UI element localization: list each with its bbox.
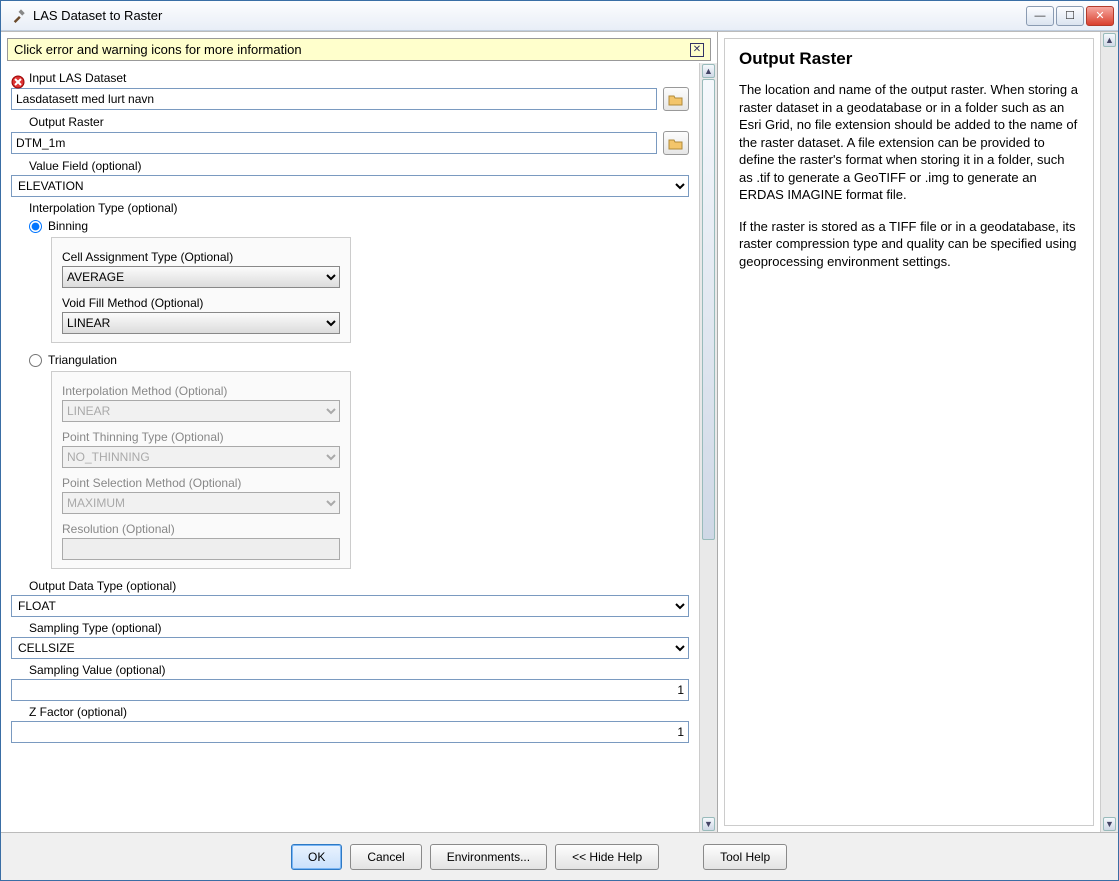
output-raster-label: Output Raster [29,115,689,129]
window-title: LAS Dataset to Raster [33,8,1026,23]
input-las-field[interactable] [11,88,657,110]
resolution-label: Resolution (Optional) [62,522,340,536]
sampling-value-field[interactable] [11,679,689,701]
ok-button[interactable]: OK [291,844,342,870]
sampling-value-label: Sampling Value (optional) [29,663,689,677]
sampling-value-row: Sampling Value (optional) [11,663,689,701]
notice-close-icon[interactable]: ✕ [690,43,704,57]
void-fill-label: Void Fill Method (Optional) [62,296,340,310]
form-wrap: Input LAS Dataset Output Raster [1,63,717,832]
folder-open-icon [668,92,684,106]
interp-method-label: Interpolation Method (Optional) [62,384,340,398]
scroll-up-icon[interactable]: ▲ [1103,33,1116,47]
triangulation-radio-row: Triangulation [29,353,689,367]
triangulation-box: Interpolation Method (Optional) LINEAR P… [51,371,351,569]
point-sel-select: MAXIMUM [62,492,340,514]
cell-assign-label: Cell Assignment Type (Optional) [62,250,340,264]
help-paragraph-1: The location and name of the output rast… [739,81,1079,204]
binning-box: Cell Assignment Type (Optional) AVERAGE … [51,237,351,343]
point-thin-select: NO_THINNING [62,446,340,468]
output-raster-field[interactable] [11,132,657,154]
error-icon[interactable] [11,75,25,89]
interp-type-label: Interpolation Type (optional) [29,201,689,215]
window-buttons: — ☐ ✕ [1026,6,1114,26]
tool-help-button[interactable]: Tool Help [703,844,787,870]
scroll-down-icon[interactable]: ▼ [1103,817,1116,831]
form-scroll: Input LAS Dataset Output Raster [1,63,699,832]
interp-type-row: Interpolation Type (optional) [11,201,689,215]
minimize-button[interactable]: — [1026,6,1054,26]
cancel-button[interactable]: Cancel [350,844,421,870]
notice-text: Click error and warning icons for more i… [14,42,690,57]
button-bar: OK Cancel Environments... << Hide Help T… [1,832,1118,880]
value-field-select[interactable]: ELEVATION [11,175,689,197]
value-field-row: Value Field (optional) ELEVATION [11,159,689,197]
scroll-up-icon[interactable]: ▲ [702,64,715,78]
content: Click error and warning icons for more i… [1,31,1118,832]
out-data-type-label: Output Data Type (optional) [29,579,689,593]
notice-bar: Click error and warning icons for more i… [7,38,711,61]
form-pane: Click error and warning icons for more i… [1,32,718,832]
help-paragraph-2: If the raster is stored as a TIFF file o… [739,218,1079,271]
hide-help-button[interactable]: << Hide Help [555,844,659,870]
void-fill-select[interactable]: LINEAR [62,312,340,334]
scroll-thumb[interactable] [702,79,715,540]
interp-method-select: LINEAR [62,400,340,422]
close-button[interactable]: ✕ [1086,6,1114,26]
browse-output-raster[interactable] [663,131,689,155]
help-pane: Output Raster The location and name of t… [718,32,1118,832]
binning-label: Binning [48,219,88,233]
scroll-down-icon[interactable]: ▼ [702,817,715,831]
input-las-row: Input LAS Dataset [11,71,689,111]
help-body: Output Raster The location and name of t… [724,38,1094,826]
z-factor-label: Z Factor (optional) [29,705,689,719]
point-thin-label: Point Thinning Type (Optional) [62,430,340,444]
titlebar: LAS Dataset to Raster — ☐ ✕ [1,1,1118,31]
input-las-label: Input LAS Dataset [29,71,689,85]
browse-input-las[interactable] [663,87,689,111]
maximize-button[interactable]: ☐ [1056,6,1084,26]
sampling-type-select[interactable]: CELLSIZE [11,637,689,659]
binning-radio-row: Binning [29,219,689,233]
help-scrollbar[interactable]: ▲ ▼ [1100,32,1118,832]
triangulation-radio[interactable] [29,354,42,367]
value-field-label: Value Field (optional) [29,159,689,173]
z-factor-field[interactable] [11,721,689,743]
form-scrollbar[interactable]: ▲ ▼ [699,63,717,832]
point-sel-label: Point Selection Method (Optional) [62,476,340,490]
z-factor-row: Z Factor (optional) [11,705,689,743]
sampling-type-row: Sampling Type (optional) CELLSIZE [11,621,689,659]
out-data-type-select[interactable]: FLOAT [11,595,689,617]
cell-assign-select[interactable]: AVERAGE [62,266,340,288]
out-data-type-row: Output Data Type (optional) FLOAT [11,579,689,617]
window: LAS Dataset to Raster — ☐ ✕ Click error … [0,0,1119,881]
sampling-type-label: Sampling Type (optional) [29,621,689,635]
help-title: Output Raster [739,49,1079,69]
environments-button[interactable]: Environments... [430,844,547,870]
triangulation-label: Triangulation [48,353,117,367]
folder-open-icon [668,136,684,150]
output-raster-row: Output Raster [11,115,689,155]
resolution-field [62,538,340,560]
binning-radio[interactable] [29,220,42,233]
hammer-icon [11,8,27,24]
